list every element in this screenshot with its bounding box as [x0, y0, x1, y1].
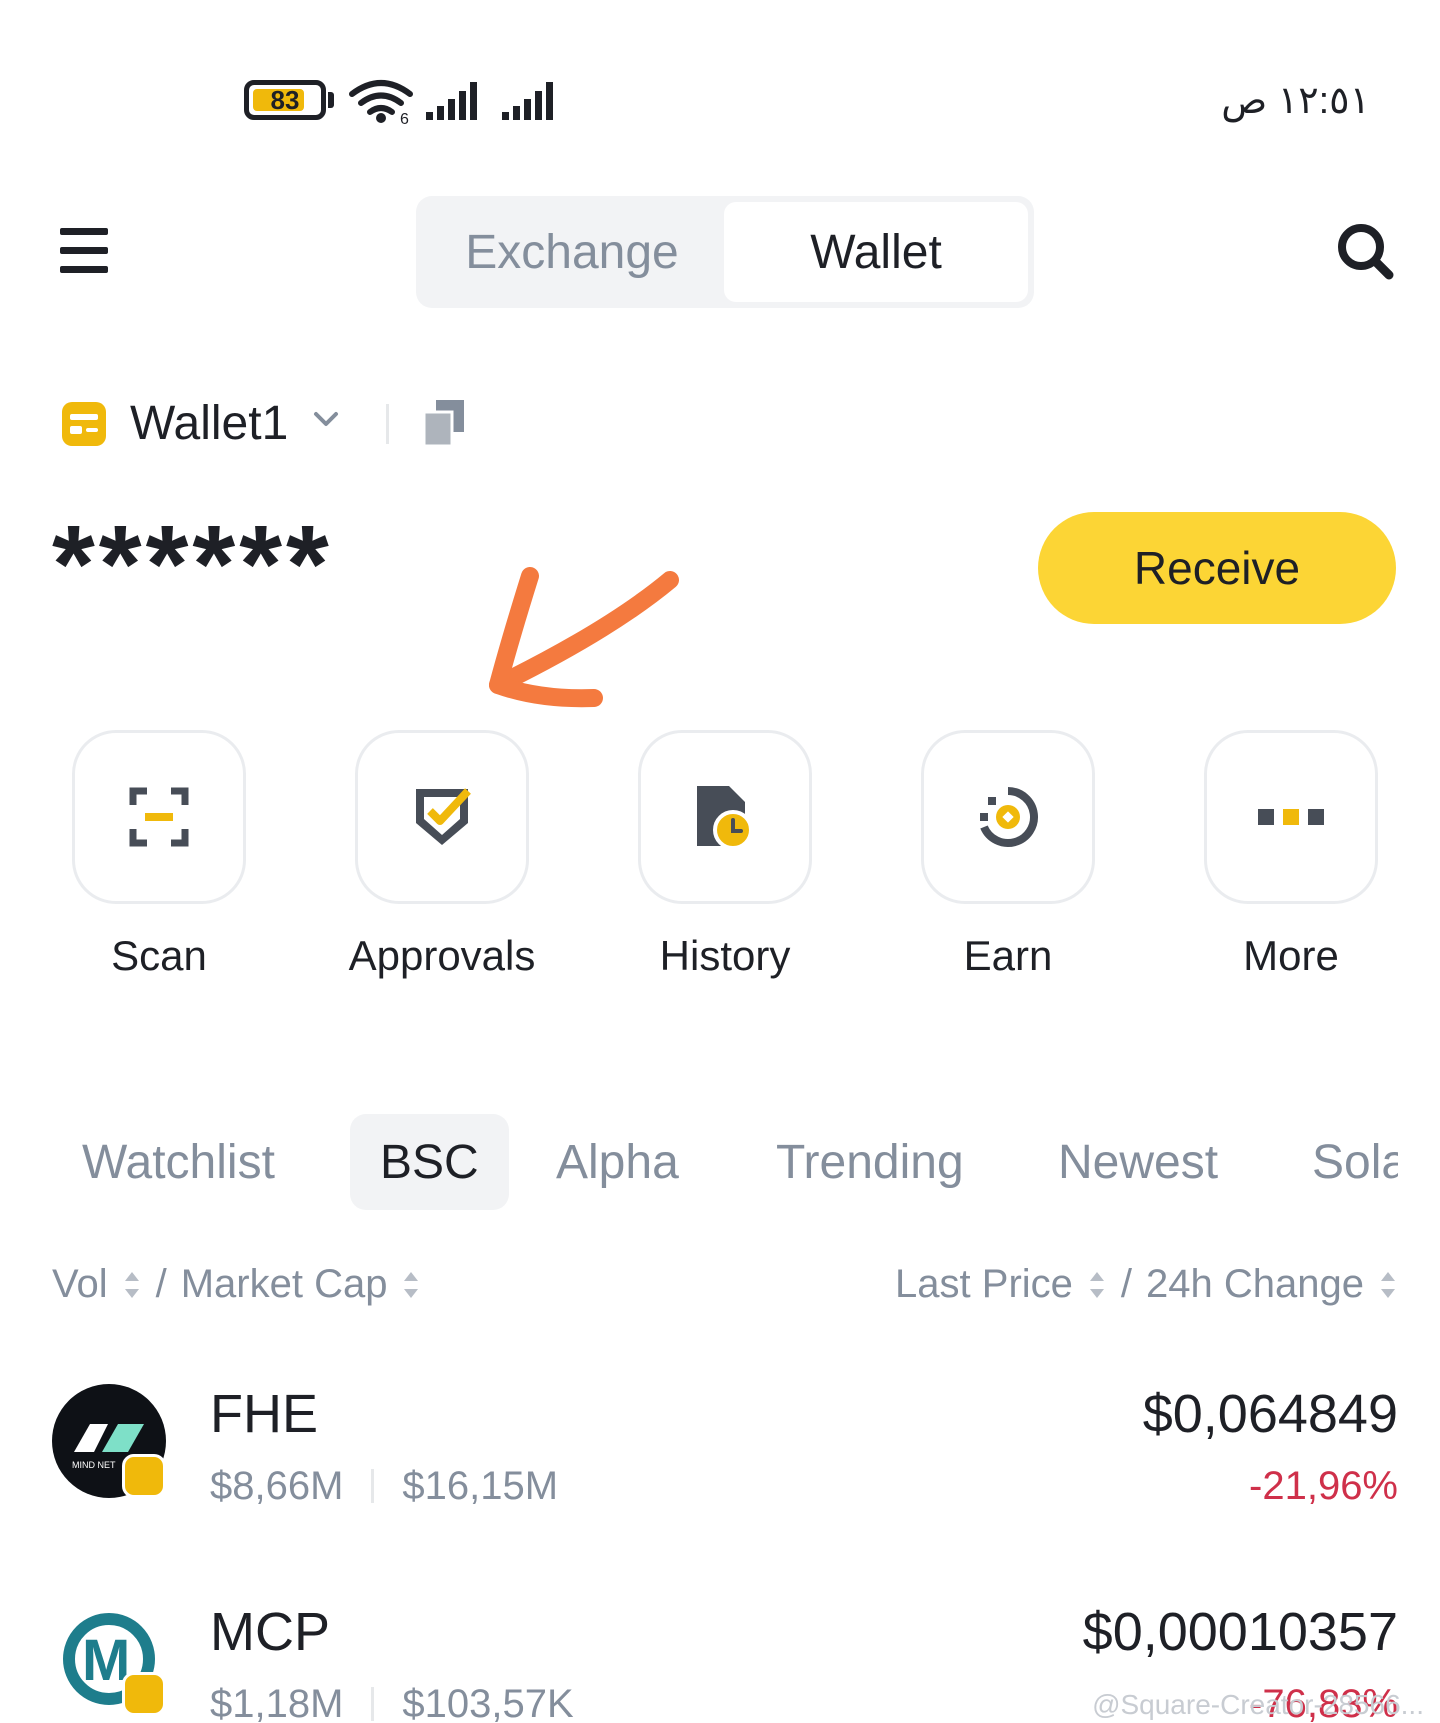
divider [371, 1469, 375, 1503]
token-change: -21,96% [1249, 1464, 1398, 1508]
more-icon [1258, 809, 1324, 825]
sort-icon[interactable] [1087, 1268, 1107, 1302]
receive-button[interactable]: Receive [1038, 512, 1396, 624]
balance-hidden[interactable]: ****** [52, 510, 333, 620]
sort-separator: / [155, 1262, 167, 1306]
signal-icon [426, 82, 477, 120]
history-icon [697, 786, 753, 850]
wallet-selector[interactable]: Wallet1 [62, 396, 482, 452]
sort-icon[interactable] [122, 1268, 142, 1302]
sort-last-price[interactable]: Last Price [895, 1262, 1073, 1307]
action-label: Approvals [348, 932, 536, 979]
tab-alpha[interactable]: Alpha [526, 1114, 709, 1210]
action-label: History [659, 932, 791, 979]
shield-check-icon [416, 788, 471, 845]
token-price: $0,00010357 [1082, 1602, 1398, 1662]
sort-24h-change[interactable]: 24h Change [1146, 1262, 1364, 1307]
token-market-cap: $103,57K [402, 1682, 574, 1723]
menu-icon[interactable] [60, 228, 108, 274]
signal-icon [502, 82, 553, 120]
tab-wallet[interactable]: Wallet [724, 202, 1028, 302]
sort-icon[interactable] [401, 1268, 421, 1302]
sort-separator: / [1120, 1262, 1133, 1306]
svg-text:6: 6 [400, 111, 409, 124]
copy-icon[interactable] [424, 400, 464, 446]
token-volume: $1,18M [210, 1682, 344, 1723]
token-market-cap: $16,15M [402, 1464, 559, 1508]
sort-header: Vol / Market Cap Last Price / 24h Change [52, 1262, 1398, 1314]
action-label: Earn [963, 932, 1053, 979]
status-bar: 83 6 ١٢:٥١ ص [0, 0, 1440, 150]
wallet-icon [62, 402, 106, 446]
token-row[interactable]: MIND NET FHE $8,66M $16,15M $0,064849 -21… [52, 1384, 1398, 1514]
action-earn[interactable]: Earn [921, 730, 1095, 980]
token-volume: $8,66M [210, 1464, 344, 1508]
battery-nub [328, 92, 334, 108]
sort-vol[interactable]: Vol [52, 1262, 108, 1307]
tab-trending[interactable]: Trending [746, 1114, 994, 1210]
action-label: Scan [111, 932, 207, 979]
tab-bsc[interactable]: BSC [350, 1114, 509, 1210]
divider [371, 1687, 375, 1721]
category-tabs: Watchlist BSC Alpha Trending Newest Sola [52, 1114, 1398, 1210]
action-approvals[interactable]: Approvals [349, 730, 535, 980]
tab-newest[interactable]: Newest [1028, 1114, 1248, 1210]
bnb-chain-badge-icon [122, 1672, 166, 1716]
clock: ١٢:٥١ ص [1221, 80, 1370, 122]
search-icon[interactable] [1336, 222, 1394, 280]
token-symbol: FHE [210, 1384, 318, 1444]
wifi-icon: 6 [349, 80, 413, 124]
action-scan-tile[interactable] [72, 730, 246, 904]
action-more-tile[interactable] [1204, 730, 1378, 904]
sort-icon[interactable] [1378, 1268, 1398, 1302]
action-approvals-tile[interactable] [355, 730, 529, 904]
tab-solana[interactable]: Sola [1282, 1114, 1398, 1210]
token-symbol: MCP [210, 1602, 330, 1662]
scan-icon [129, 787, 189, 847]
action-history[interactable]: History [638, 730, 812, 980]
token-stats: $8,66M $16,15M [210, 1462, 558, 1510]
battery-percent: 83 [270, 85, 300, 115]
divider [386, 404, 389, 444]
token-price: $0,064849 [1142, 1384, 1398, 1444]
mode-switch: Exchange Wallet [416, 196, 1034, 308]
action-history-tile[interactable] [638, 730, 812, 904]
action-more[interactable]: More [1204, 730, 1378, 980]
action-label: More [1243, 932, 1339, 979]
watermark: @Square-Creator-28566... [1092, 1689, 1424, 1720]
sort-market-cap[interactable]: Market Cap [181, 1262, 388, 1307]
tab-watchlist[interactable]: Watchlist [52, 1114, 305, 1210]
wallet-name: Wallet1 [130, 397, 289, 450]
annotation-arrow [489, 567, 679, 708]
battery-icon: 83 [244, 80, 326, 120]
token-stats: $1,18M $103,57K [210, 1680, 574, 1723]
earn-icon [980, 787, 1038, 847]
chevron-down-icon [314, 412, 338, 426]
svg-text:MIND NET: MIND NET [72, 1460, 116, 1470]
bnb-chain-badge-icon [122, 1454, 166, 1498]
tab-exchange[interactable]: Exchange [422, 202, 722, 302]
action-scan[interactable]: Scan [72, 730, 246, 980]
action-earn-tile[interactable] [921, 730, 1095, 904]
